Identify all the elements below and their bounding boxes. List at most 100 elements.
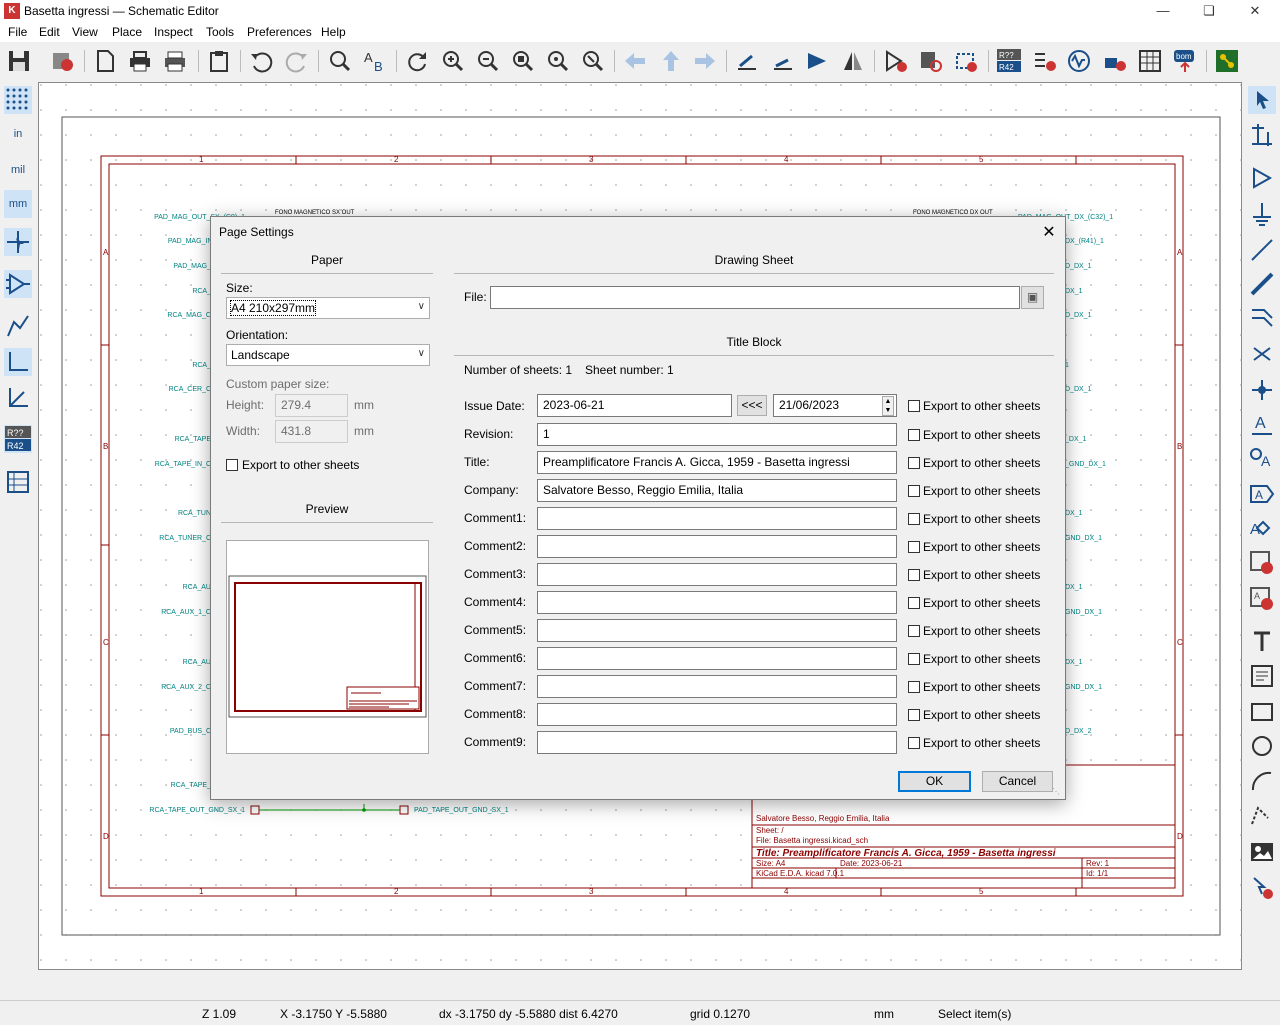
field-input[interactable]: [537, 591, 897, 614]
drawing-sheet-file-input[interactable]: [490, 286, 1020, 309]
zoom-in-icon[interactable]: [440, 48, 466, 74]
paper-size-select[interactable]: A4 210x297mm ∨: [226, 297, 430, 319]
field-input[interactable]: 1: [537, 423, 897, 446]
simulator-icon[interactable]: [1066, 48, 1092, 74]
export-checkbox[interactable]: [908, 429, 920, 441]
rotate-cw-icon[interactable]: [770, 48, 796, 74]
add-no-connect-icon[interactable]: [1248, 340, 1276, 368]
date-spinner-icon[interactable]: ▲ ▼: [882, 396, 894, 416]
mirror-vertical-icon[interactable]: [805, 48, 831, 74]
menu-edit[interactable]: Edit: [39, 25, 60, 39]
erc-icon[interactable]: [1032, 48, 1058, 74]
export-checkbox[interactable]: [908, 485, 920, 497]
print-icon[interactable]: [127, 48, 153, 74]
hierarchy-navigator-icon[interactable]: [4, 468, 32, 496]
export-checkbox[interactable]: [908, 737, 920, 749]
orientation-select[interactable]: Landscape ∨: [226, 344, 430, 366]
export-checkbox[interactable]: [908, 625, 920, 637]
annotate-icon[interactable]: R?? R42: [996, 48, 1022, 74]
export-checkbox[interactable]: [908, 597, 920, 609]
add-image-icon[interactable]: [1248, 838, 1276, 866]
export-checkbox[interactable]: [908, 541, 920, 553]
line-mode-45-icon[interactable]: [4, 384, 32, 412]
add-netclass-label-icon[interactable]: A: [1248, 444, 1276, 472]
field-input[interactable]: [537, 703, 897, 726]
paper-export-checkbox[interactable]: [226, 459, 238, 471]
restore-button[interactable]: ❏: [1186, 0, 1232, 22]
find-replace-icon[interactable]: AB: [362, 48, 388, 74]
menu-preferences[interactable]: Preferences: [247, 25, 312, 39]
export-checkbox[interactable]: [908, 513, 920, 525]
menu-place[interactable]: Place: [112, 25, 142, 39]
zoom-objects-icon[interactable]: [545, 48, 571, 74]
export-checkbox[interactable]: [908, 457, 920, 469]
undo-icon[interactable]: [248, 48, 274, 74]
schematic-setup-icon[interactable]: [50, 48, 76, 74]
minimize-button[interactable]: —: [1140, 0, 1186, 22]
line-mode-free-icon[interactable]: [4, 312, 32, 340]
close-window-button[interactable]: ✕: [1232, 0, 1278, 22]
page-settings-icon[interactable]: [92, 48, 118, 74]
export-date-checkbox[interactable]: [908, 400, 920, 412]
find-icon[interactable]: [326, 48, 352, 74]
zoom-fit-icon[interactable]: [510, 48, 536, 74]
add-global-label-icon[interactable]: A: [1248, 480, 1276, 508]
units-inches-button[interactable]: in: [4, 120, 32, 148]
export-checkbox[interactable]: [908, 681, 920, 693]
add-circle-icon[interactable]: [1248, 732, 1276, 760]
assign-footprints-icon[interactable]: [1102, 48, 1128, 74]
cancel-button[interactable]: Cancel: [982, 771, 1053, 792]
field-input[interactable]: [537, 563, 897, 586]
menu-help[interactable]: Help: [321, 25, 346, 39]
add-power-icon[interactable]: [1248, 200, 1276, 228]
menu-inspect[interactable]: Inspect: [154, 25, 193, 39]
ok-button[interactable]: OK: [898, 771, 971, 792]
symbol-library-browser-icon[interactable]: [918, 48, 944, 74]
dialog-close-icon[interactable]: ✕: [1039, 222, 1059, 242]
zoom-selection-icon[interactable]: [580, 48, 606, 74]
units-mm-button[interactable]: mm: [4, 190, 32, 218]
grid-toggle-icon[interactable]: [4, 86, 32, 114]
plot-icon[interactable]: [162, 48, 188, 74]
field-input[interactable]: Preamplificatore Francis A. Gicca, 1959 …: [537, 451, 897, 474]
add-wire-icon[interactable]: [1248, 236, 1276, 264]
navigate-up-icon[interactable]: [658, 48, 684, 74]
select-tool-icon[interactable]: [1248, 86, 1276, 114]
copy-date-button[interactable]: <<<: [737, 395, 767, 416]
field-input[interactable]: [537, 535, 897, 558]
symbol-editor-icon[interactable]: [883, 48, 909, 74]
footprint-editor-icon[interactable]: [953, 48, 979, 74]
navigate-back-icon[interactable]: [622, 48, 648, 74]
field-input[interactable]: [537, 619, 897, 642]
add-bus-icon[interactable]: [1248, 270, 1276, 298]
add-junction-icon[interactable]: [1248, 376, 1276, 404]
pcb-editor-icon[interactable]: [1214, 48, 1240, 74]
export-checkbox[interactable]: [908, 653, 920, 665]
add-label-icon[interactable]: A: [1248, 410, 1276, 438]
add-textbox-icon[interactable]: [1248, 662, 1276, 690]
field-input[interactable]: [537, 731, 897, 754]
resize-grip-icon[interactable]: ⋱: [1052, 787, 1062, 797]
add-bus-entry-icon[interactable]: [1248, 304, 1276, 332]
add-hierarchical-label-icon[interactable]: A: [1248, 514, 1276, 542]
menu-view[interactable]: View: [72, 25, 98, 39]
generate-bom-icon[interactable]: bom: [1172, 48, 1198, 74]
mirror-horizontal-icon[interactable]: [840, 48, 866, 74]
highlight-net-icon[interactable]: [1248, 122, 1276, 150]
add-rectangle-icon[interactable]: [1248, 698, 1276, 726]
field-input[interactable]: [537, 647, 897, 670]
paste-icon[interactable]: [206, 48, 232, 74]
add-sheet-icon[interactable]: [1248, 548, 1276, 576]
menu-file[interactable]: File: [8, 25, 27, 39]
height-input[interactable]: 279.4: [275, 394, 348, 417]
export-checkbox[interactable]: [908, 569, 920, 581]
issue-date-input[interactable]: 2023-06-21: [537, 394, 732, 417]
browse-button[interactable]: ▣: [1021, 286, 1044, 309]
field-input[interactable]: [537, 507, 897, 530]
zoom-out-icon[interactable]: [475, 48, 501, 74]
units-mils-button[interactable]: mil: [4, 156, 32, 184]
import-sheet-pin-icon[interactable]: A: [1248, 584, 1276, 612]
export-checkbox[interactable]: [908, 709, 920, 721]
menu-tools[interactable]: Tools: [206, 25, 234, 39]
annotation-mode-icon[interactable]: R?? R42: [4, 425, 32, 453]
